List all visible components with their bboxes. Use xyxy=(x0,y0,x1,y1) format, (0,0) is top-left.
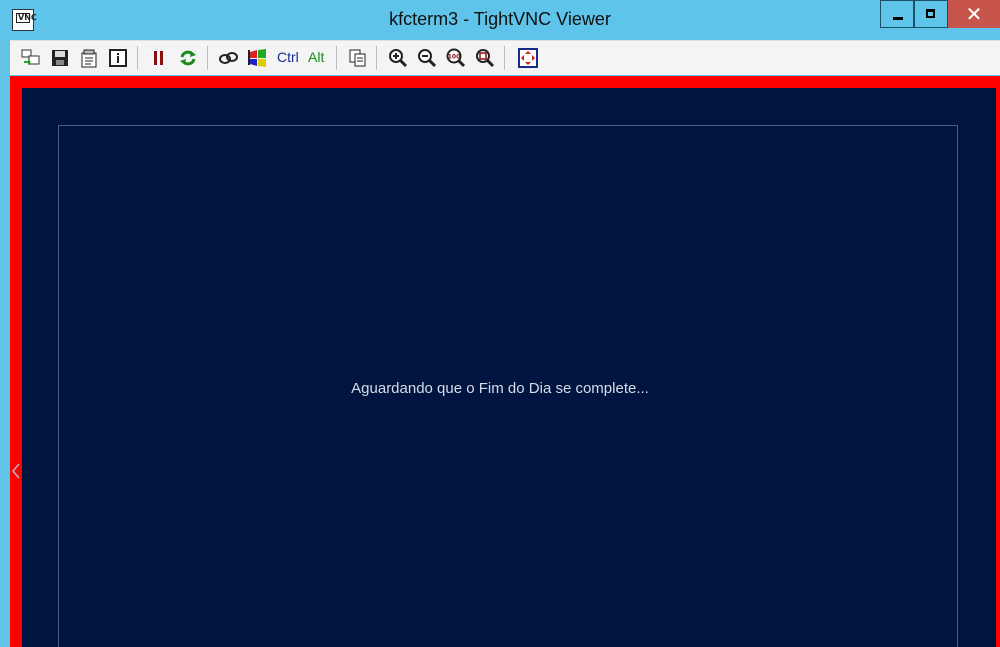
scroll-left-icon[interactable] xyxy=(11,462,21,480)
connection-info-icon[interactable] xyxy=(107,47,129,69)
alt-key-button[interactable]: Alt xyxy=(308,49,324,65)
ctrl-alt-del-icon[interactable] xyxy=(218,47,240,69)
window-title: kfcterm3 - TightVNC Viewer xyxy=(389,9,611,29)
maximize-button[interactable] xyxy=(914,0,948,28)
zoom-auto-icon[interactable] xyxy=(474,47,496,69)
minimize-button[interactable] xyxy=(880,0,914,28)
options-icon[interactable] xyxy=(78,47,100,69)
save-icon[interactable] xyxy=(49,47,71,69)
ctrl-key-button[interactable]: Ctrl xyxy=(277,49,299,65)
toolbar-separator xyxy=(376,46,377,70)
pause-icon[interactable] xyxy=(148,47,170,69)
zoom-out-icon[interactable] xyxy=(416,47,438,69)
minimize-icon xyxy=(893,17,903,20)
zoom-in-icon[interactable] xyxy=(387,47,409,69)
close-button[interactable]: ✕ xyxy=(948,0,1000,28)
fullscreen-icon[interactable] xyxy=(517,47,539,69)
zoom-100-icon[interactable]: 100 xyxy=(445,47,467,69)
toolbar-separator xyxy=(207,46,208,70)
send-ctrl-esc-icon[interactable] xyxy=(247,47,269,69)
maximize-icon xyxy=(926,9,935,18)
transfer-files-icon[interactable] xyxy=(347,47,369,69)
new-connection-icon[interactable] xyxy=(20,47,42,69)
title-bar[interactable]: VNC kfcterm3 - TightVNC Viewer ✕ xyxy=(0,0,1000,40)
zoom-100-label: 100 xyxy=(448,54,461,61)
toolbar: Ctrl Alt 100 xyxy=(10,40,1000,75)
close-icon: ✕ xyxy=(965,2,983,26)
toolbar-separator xyxy=(504,46,505,70)
status-message: Aguardando que o Fim do Dia se complete.… xyxy=(351,380,649,397)
refresh-icon[interactable] xyxy=(177,47,199,69)
toolbar-separator xyxy=(137,46,138,70)
toolbar-separator xyxy=(336,46,337,70)
